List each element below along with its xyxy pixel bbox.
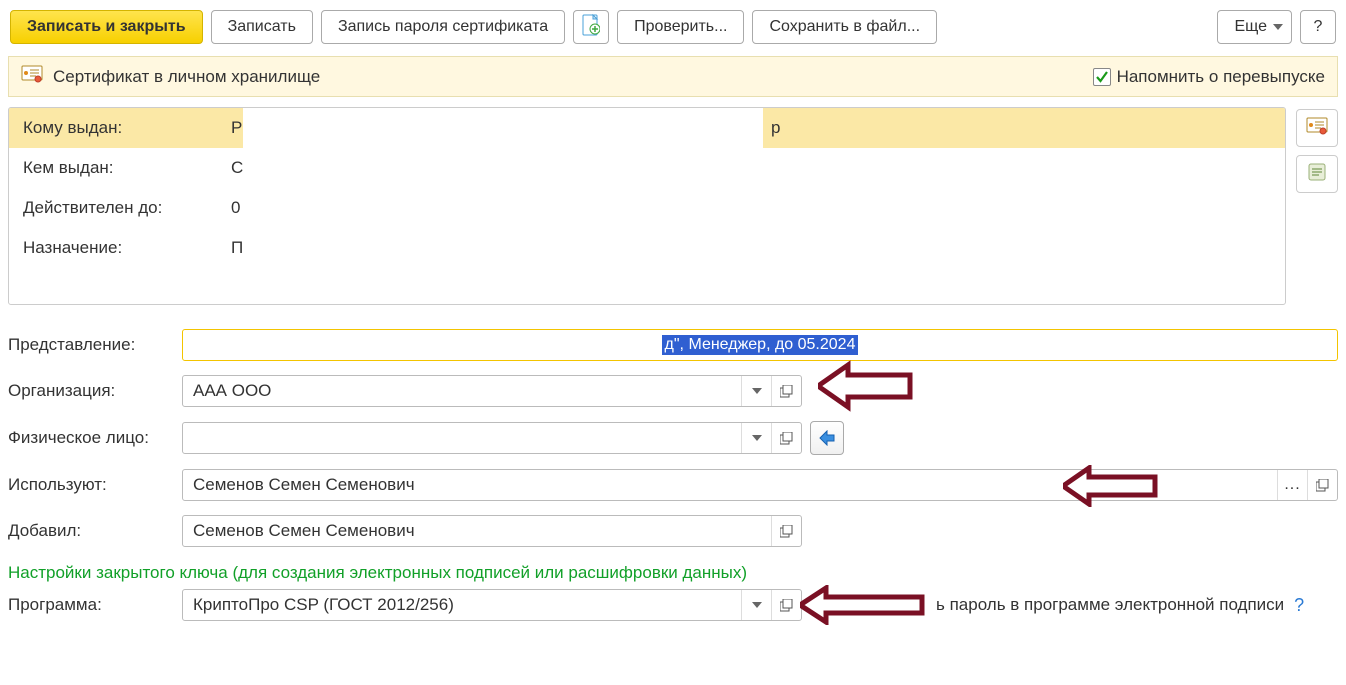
remind-checkbox[interactable] — [1093, 68, 1111, 86]
program-trailing-text: ь пароль в программе электронной подписи — [936, 595, 1284, 615]
issued-by-label: Кем выдан: — [9, 148, 229, 188]
program-label: Программа: — [8, 595, 178, 615]
record-cert-password-button[interactable]: Запись пароля сертификата — [321, 10, 565, 44]
added-by-open-button[interactable] — [771, 516, 801, 546]
remind-checkbox-group[interactable]: Напомнить о перевыпуске — [1093, 67, 1325, 87]
program-open-button[interactable] — [771, 590, 801, 620]
organization-open-button[interactable] — [771, 376, 801, 406]
issued-to-value-2: р — [763, 108, 1285, 148]
person-field[interactable] — [182, 422, 802, 454]
presentation-value: д", Менеджер, до 05.2024 — [662, 335, 859, 355]
person-back-button[interactable] — [810, 421, 844, 455]
users-label: Используют: — [8, 475, 178, 495]
issued-to-masked — [243, 108, 763, 148]
certificate-icon — [21, 65, 43, 88]
certificate-icon — [1306, 117, 1328, 140]
organization-dropdown-button[interactable] — [741, 376, 771, 406]
added-by-value: Семенов Семен Семенович — [183, 516, 771, 546]
organization-label: Организация: — [8, 381, 178, 401]
issued-by-value: С — [229, 148, 1285, 188]
program-dropdown-button[interactable] — [741, 590, 771, 620]
added-by-field: Семенов Семен Семенович — [182, 515, 802, 547]
certificate-info-box: Кому выдан: Р р Кем выдан: С Действителе… — [8, 107, 1286, 305]
issued-to-row: Кому выдан: Р р — [9, 108, 1285, 148]
notice-bar: Сертификат в личном хранилище Напомнить … — [8, 56, 1338, 97]
side-page-button[interactable] — [1296, 155, 1338, 193]
left-arrow-icon — [818, 430, 836, 446]
valid-to-row: Действителен до: 0 — [9, 188, 1285, 228]
person-value — [183, 423, 741, 453]
organization-value: ААА ООО — [183, 376, 741, 406]
presentation-label: Представление: — [8, 335, 178, 355]
users-ellipsis-button[interactable] — [1277, 470, 1307, 500]
private-key-section-title: Настройки закрытого ключа (для создания … — [8, 563, 1338, 583]
save-and-close-button[interactable]: Записать и закрыть — [10, 10, 203, 44]
more-label: Еще — [1234, 18, 1267, 36]
purpose-row: Назначение: П — [9, 228, 1285, 304]
organization-field[interactable]: ААА ООО — [182, 375, 802, 407]
checkmark-icon — [1095, 70, 1109, 84]
issued-by-row: Кем выдан: С — [9, 148, 1285, 188]
annotation-arrow-1 — [818, 357, 913, 415]
valid-to-label: Действителен до: — [9, 188, 229, 228]
added-by-label: Добавил: — [8, 521, 178, 541]
help-button[interactable]: ? — [1300, 10, 1336, 44]
notice-text: Сертификат в личном хранилище — [53, 67, 320, 87]
remind-label: Напомнить о перевыпуске — [1117, 67, 1325, 87]
save-to-file-button[interactable]: Сохранить в файл... — [752, 10, 937, 44]
program-help-link[interactable]: ? — [1294, 595, 1304, 616]
valid-to-value: 0 — [229, 188, 1285, 228]
side-cert-button[interactable] — [1296, 109, 1338, 147]
chevron-down-icon — [1273, 24, 1283, 30]
program-field[interactable]: КриптоПро CSP (ГОСТ 2012/256) — [182, 589, 802, 621]
page-lines-icon — [1307, 162, 1327, 187]
person-label: Физическое лицо: — [8, 428, 178, 448]
save-button[interactable]: Записать — [211, 10, 313, 44]
presentation-input[interactable]: д", Менеджер, до 05.2024 — [182, 329, 1338, 361]
program-value: КриптоПро CSP (ГОСТ 2012/256) — [183, 590, 741, 620]
check-button[interactable]: Проверить... — [617, 10, 744, 44]
add-page-button[interactable] — [573, 10, 609, 44]
person-dropdown-button[interactable] — [741, 423, 771, 453]
more-button[interactable]: Еще — [1217, 10, 1292, 44]
issued-to-value-1: Р — [229, 108, 243, 148]
issued-to-label: Кому выдан: — [9, 108, 229, 148]
add-page-icon — [582, 14, 600, 41]
purpose-label: Назначение: — [9, 228, 229, 268]
purpose-value: П — [229, 228, 1285, 268]
annotation-arrow-2 — [1063, 465, 1158, 507]
users-open-button[interactable] — [1307, 470, 1337, 500]
annotation-arrow-3 — [800, 585, 925, 625]
person-open-button[interactable] — [771, 423, 801, 453]
users-field[interactable]: Семенов Семен Семенович — [182, 469, 1338, 501]
